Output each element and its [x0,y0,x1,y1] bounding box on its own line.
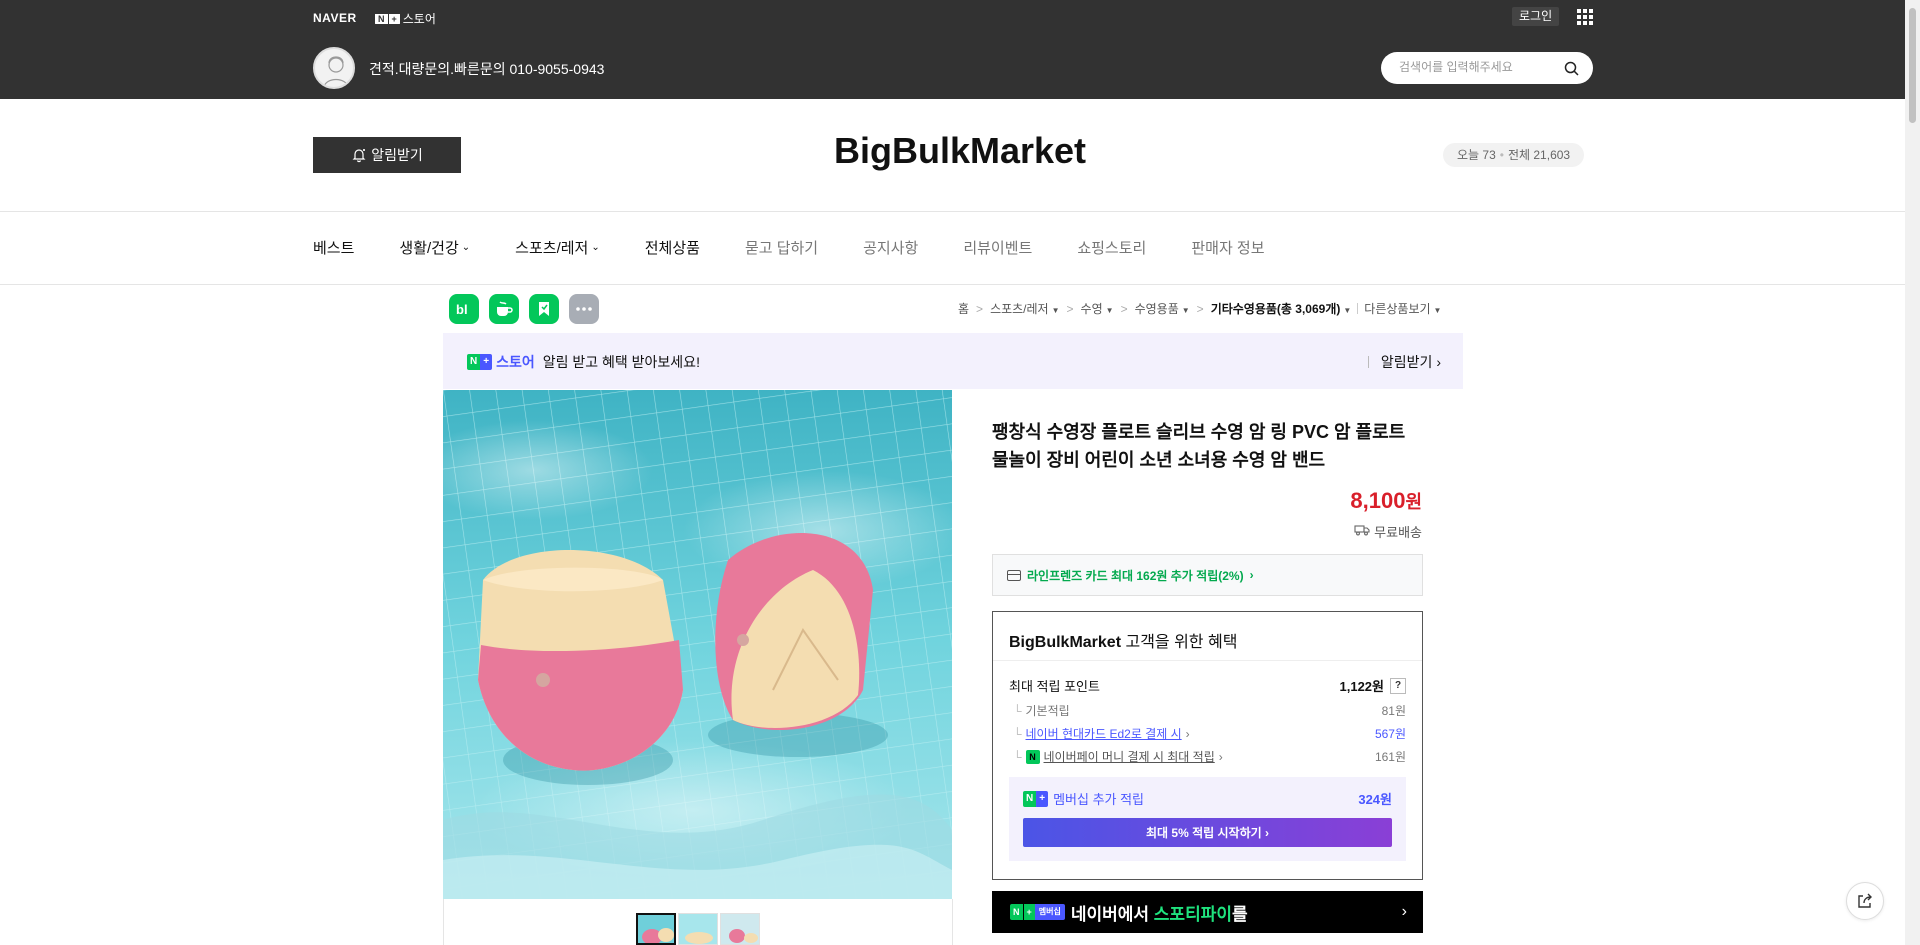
other-products-link[interactable]: 다른상품보기 ▼ [1364,300,1441,317]
page-scrollbar[interactable] [1905,0,1920,945]
alarm-banner: N + 스토어 알림 받고 혜택 받아보세요! 알림받기 › [443,333,1463,389]
nplus-badge-icon: N + [1023,790,1049,807]
nav-item-all-products[interactable]: 전체상품 [645,237,700,258]
card-benefit-link[interactable]: 라인프렌즈 카드 최대 162원 추가 적립(2%) › [992,554,1423,596]
thumbnail-1[interactable] [636,913,676,945]
chevron-right-icon: › [1401,903,1407,920]
naver-logo[interactable]: NAVER [313,11,357,25]
chevron-right-icon: › [1265,825,1269,840]
nplus-membership-badge-icon: N + 멤버십 [1010,904,1065,920]
chevron-right-icon: › [1249,568,1254,582]
benefit-panel: BigBulkMarket 고객을 위한 혜택 최대 적립 포인트 1,122원… [992,611,1423,880]
store-description: 견적.대량문의.빠른문의 010-9055-0943 [369,61,605,77]
caret-down-icon: ▼ [1105,306,1114,315]
benefit-title: BigBulkMarket 고객을 위한 혜택 [1009,634,1238,651]
nav-item-notice[interactable]: 공지사항 [863,237,918,258]
nav-item-living-health[interactable]: 생활/건강 ⌄ [399,237,470,258]
store-title[interactable]: BigBulkMarket [0,130,1920,172]
membership-start-button[interactable]: 최대 5% 적립 시작하기 › [1023,818,1392,847]
thumbnail-3[interactable] [720,913,760,945]
caret-down-icon: ▼ [1181,306,1190,315]
category-nav: 베스트 생활/건강 ⌄ 스포츠/레저 ⌄ 전체상품 묻고 답하기 공지사항 리뷰이벤… [313,237,1310,258]
points-row-card: └ 네이버 현대카드 Ed2로 결제 시 › 567원 [1013,725,1406,742]
app-grid-icon[interactable] [1577,9,1593,25]
points-row-npay: └ N 네이버페이 머니 결제 시 최대 적립 › 161원 [1013,748,1406,765]
divider [0,284,1920,285]
breadcrumb-home[interactable]: 홈 [958,300,969,317]
nav-item-qna[interactable]: 묻고 답하기 [745,237,818,258]
alarm-text: 알림 받고 혜택 받아보세요! [542,354,700,370]
shipping-info: 무료배송 [1200,522,1422,541]
nav-item-seller-info[interactable]: 판매자 정보 [1191,237,1264,258]
chevron-right-icon: › [1218,749,1223,764]
more-icon[interactable] [569,294,599,324]
alarm-store-label: 스토어 [496,354,535,370]
thumbnail-strip [636,913,760,945]
spotify-promo-banner[interactable]: N + 멤버십 네이버에서 스포티파이를 › [992,891,1423,933]
svg-text:bl: bl [456,302,468,316]
naverpay-money-link[interactable]: 네이버페이 머니 결제 시 최대 적립 [1044,748,1215,765]
divider [952,899,953,945]
points-row-basic: └ 기본적립 81원 [1013,703,1406,719]
breadcrumb: 홈 > 스포츠/레저 ▼ > 수영 ▼ > 수영용품 ▼ > 기타수영용품(총 3,0… [958,300,1442,317]
chevron-right-icon: › [1185,726,1190,741]
breadcrumb-category-2[interactable]: 수영 ▼ [1081,300,1114,317]
share-icons: bl [449,294,599,324]
chevron-down-icon: ⌄ [591,242,600,253]
store-avatar[interactable] [313,47,355,89]
cafe-icon[interactable] [489,294,519,324]
nplus-store-label: 스토어 [402,12,436,26]
product-main-image[interactable] [443,390,952,899]
caret-down-icon: ▼ [1433,306,1442,315]
help-icon[interactable]: ? [1390,677,1406,694]
breadcrumb-category-3[interactable]: 수영용품 ▼ [1135,300,1190,317]
nplus-badge-icon: N + [375,12,400,25]
breadcrumb-category-1[interactable]: 스포츠/레저 ▼ [990,300,1059,317]
caret-down-icon: ▼ [1051,306,1060,315]
search-icon[interactable] [1564,61,1579,76]
visit-counter: 오늘 73 • 전체 21,603 [1443,143,1585,167]
bookmark-icon[interactable] [529,294,559,324]
breadcrumb-category-4[interactable]: 기타수영용품(총 3,069개) ▼ [1211,300,1352,317]
credit-card-icon [1007,569,1021,581]
divider [443,899,444,945]
truck-icon [1354,524,1370,539]
nav-item-best[interactable]: 베스트 [313,237,354,258]
max-points-row: 최대 적립 포인트 1,122원? [1009,676,1406,695]
nplus-store-link[interactable]: N + 스토어 [375,10,436,27]
search-box [1381,52,1593,84]
product-price: 8,100원 [1350,488,1422,513]
product-title: 팽창식 수영장 플로트 슬리브 수영 암 링 PVC 암 플로트 물놀이 장비 … [992,422,1406,470]
blog-icon[interactable]: bl [449,294,479,324]
login-button[interactable]: 로그인 [1512,7,1560,26]
nav-item-sports-leisure[interactable]: 스포츠/레저 ⌄ [515,237,600,258]
chevron-right-icon: › [1432,354,1441,370]
share-icon[interactable] [1846,882,1884,920]
visit-today: 오늘 73 [1457,148,1496,162]
nav-item-review-event[interactable]: 리뷰이벤트 [963,237,1032,258]
promo-text: 네이버에서 스포티파이를 [1070,904,1248,924]
alarm-subscribe-button[interactable]: 알림받기 › [1367,352,1441,372]
search-input[interactable] [1399,60,1559,74]
visit-total: 전체 21,603 [1507,148,1571,162]
chevron-down-icon: ⌄ [461,242,471,253]
top-bar: NAVER N + 스토어 로그인 견적.대량문의.빠른문의 010-9055-0… [0,0,1920,99]
divider [0,211,1920,212]
hyundai-card-link[interactable]: 네이버 현대카드 Ed2로 결제 시 [1026,725,1182,742]
thumbnail-2[interactable] [678,913,718,945]
nav-item-shopping-story[interactable]: 쇼핑스토리 [1077,237,1146,258]
caret-down-icon: ▼ [1343,306,1352,315]
naverpay-icon: N [1025,749,1040,764]
membership-box: N + 멤버십 추가 적립 324원 최대 5% 적립 시작하기 › [1009,777,1406,861]
nplus-badge-icon: N + [467,354,493,370]
